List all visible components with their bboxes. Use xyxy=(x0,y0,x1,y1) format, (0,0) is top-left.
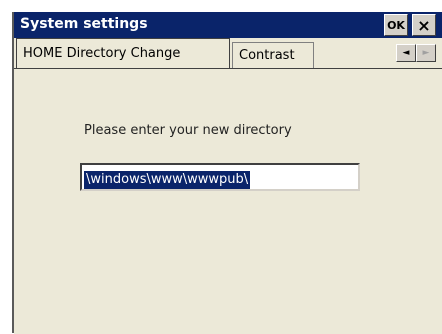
close-button[interactable]: × xyxy=(412,14,436,36)
directory-input-value: \windows\www\wwwpub\ xyxy=(84,171,251,189)
directory-prompt: Please enter your new directory xyxy=(84,123,292,138)
settings-window: System settings OK × HOME Directory Chan… xyxy=(12,12,442,334)
tab-strip: HOME Directory Change Contrast ◄ ► xyxy=(14,38,442,68)
tab-home-directory-change[interactable]: HOME Directory Change xyxy=(16,38,230,68)
tab-scroll-left-icon[interactable]: ◄ xyxy=(396,44,416,62)
window-title: System settings xyxy=(20,16,148,32)
title-bar: System settings OK × xyxy=(14,12,442,38)
directory-input[interactable]: \windows\www\wwwpub\ xyxy=(80,163,360,191)
tab-scroll-right-icon[interactable]: ► xyxy=(416,44,436,62)
tab-scroll-buttons: ◄ ► xyxy=(396,44,440,62)
tab-content-panel: Please enter your new directory \windows… xyxy=(14,68,442,334)
tab-contrast[interactable]: Contrast xyxy=(232,42,314,68)
ok-button[interactable]: OK xyxy=(384,14,408,36)
